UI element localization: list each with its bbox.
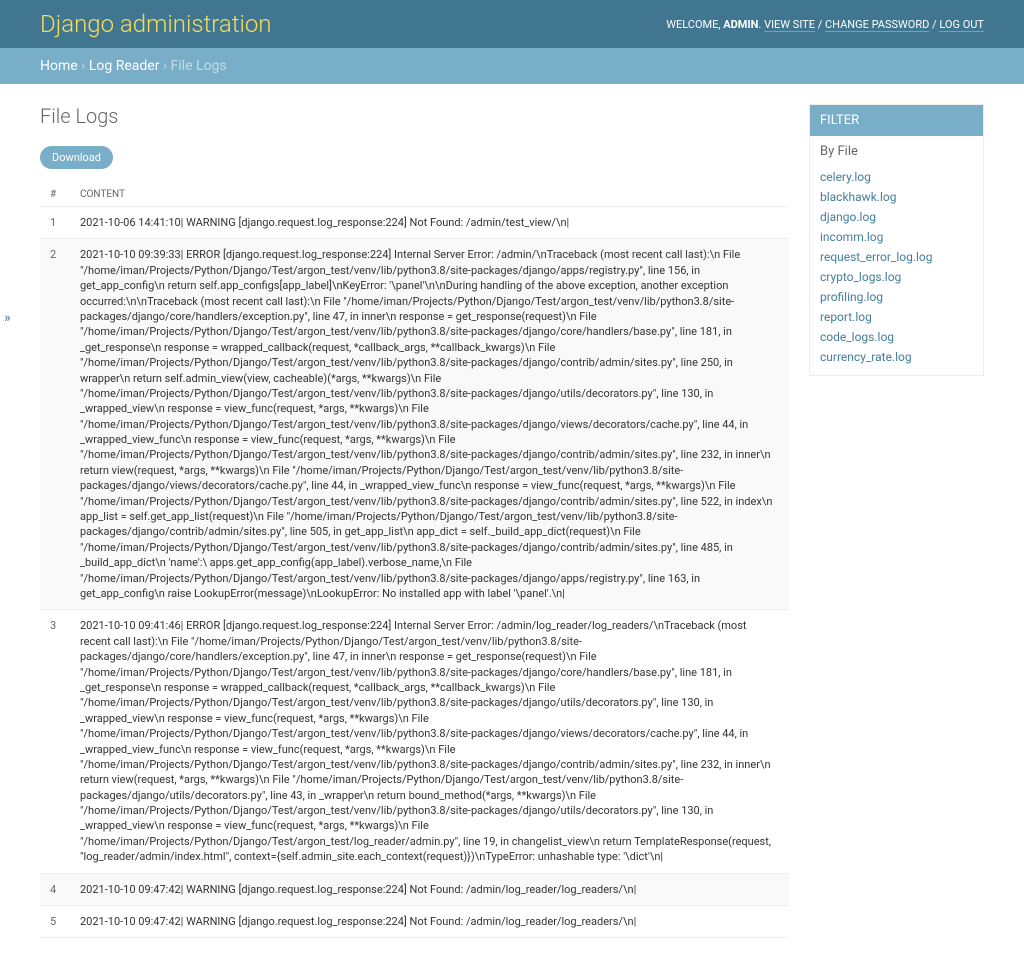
table-row: 52021-10-10 09:47:42| WARNING [django.re… [40,906,789,938]
row-content: 2021-10-10 09:47:42| WARNING [django.req… [70,873,789,905]
log-table: # CONTENT 12021-10-06 14:41:10| WARNING … [40,183,789,938]
view-site-link[interactable]: VIEW SITE [764,18,815,32]
branding: Django administration [40,10,272,38]
site-title[interactable]: Django administration [40,10,272,38]
table-row: 42021-10-10 09:47:42| WARNING [django.re… [40,873,789,905]
filter-item: blackhawk.log [810,187,983,207]
table-row: 32021-10-10 09:41:46| ERROR [django.requ… [40,610,789,873]
filter-item: code_logs.log [810,327,983,347]
logout-link[interactable]: LOG OUT [939,18,984,32]
filter-link[interactable]: incomm.log [820,230,883,244]
row-number: 5 [40,906,70,938]
filter-item: request_error_log.log [810,247,983,267]
row-number: 4 [40,873,70,905]
filter-module: FILTER By File celery.log blackhawk.log dj… [809,104,984,376]
filter-item: crypto_logs.log [810,267,983,287]
filter-item: django.log [810,207,983,227]
row-content: 2021-10-10 09:41:46| ERROR [django.reque… [70,610,789,873]
filter-link[interactable]: request_error_log.log [820,250,933,264]
table-row: 22021-10-10 09:39:33| ERROR [django.requ… [40,239,789,610]
row-number: 3 [40,610,70,873]
breadcrumb-app[interactable]: Log Reader [89,58,160,74]
page-title: File Logs [40,104,789,128]
welcome-text: WELCOME, [666,18,723,31]
row-content: 2021-10-06 14:41:10| WARNING [django.req… [70,207,789,239]
username: ADMIN [723,18,758,31]
filter-item: currency_rate.log [810,347,983,367]
filter-link[interactable]: code_logs.log [820,330,894,344]
breadcrumb-current: File Logs [171,58,227,74]
download-button[interactable]: Download [40,146,113,169]
filter-link[interactable]: profiling.log [820,290,883,304]
col-header-num: # [40,183,70,207]
filter-item: celery.log [810,167,983,187]
filter-link[interactable]: blackhawk.log [820,190,896,204]
row-number: 1 [40,207,70,239]
filter-title: FILTER [810,105,983,136]
row-number: 2 [40,239,70,610]
col-header-content: CONTENT [70,183,789,207]
filter-link[interactable]: currency_rate.log [820,350,912,364]
filter-link[interactable]: celery.log [820,170,871,184]
filter-link[interactable]: django.log [820,210,876,224]
user-tools: WELCOME, ADMIN. VIEW SITE / CHANGE PASSW… [666,18,984,31]
filter-item: incomm.log [810,227,983,247]
filter-list: celery.log blackhawk.log django.log incomm.… [810,163,983,375]
sidebar: FILTER By File celery.log blackhawk.log dj… [809,104,984,938]
filter-item: profiling.log [810,287,983,307]
table-row: 12021-10-06 14:41:10| WARNING [django.re… [40,207,789,239]
page-arrow-icon[interactable]: » [4,310,11,326]
filter-item: report.log [810,307,983,327]
filter-link[interactable]: report.log [820,310,872,324]
change-password-link[interactable]: CHANGE PASSWORD [825,18,929,32]
filter-link[interactable]: crypto_logs.log [820,270,901,284]
object-tools: Download [40,146,789,169]
breadcrumb-home[interactable]: Home [40,58,78,74]
row-content: 2021-10-10 09:47:42| WARNING [django.req… [70,906,789,938]
content: File Logs Download # CONTENT 12021-10-06… [0,84,1024,958]
breadcrumb: Home › Log Reader › File Logs [0,48,1024,84]
content-main: File Logs Download # CONTENT 12021-10-06… [40,104,789,938]
header: Django administration WELCOME, ADMIN. VI… [0,0,1024,48]
filter-subtitle: By File [810,136,983,163]
row-content: 2021-10-10 09:39:33| ERROR [django.reque… [70,239,789,610]
